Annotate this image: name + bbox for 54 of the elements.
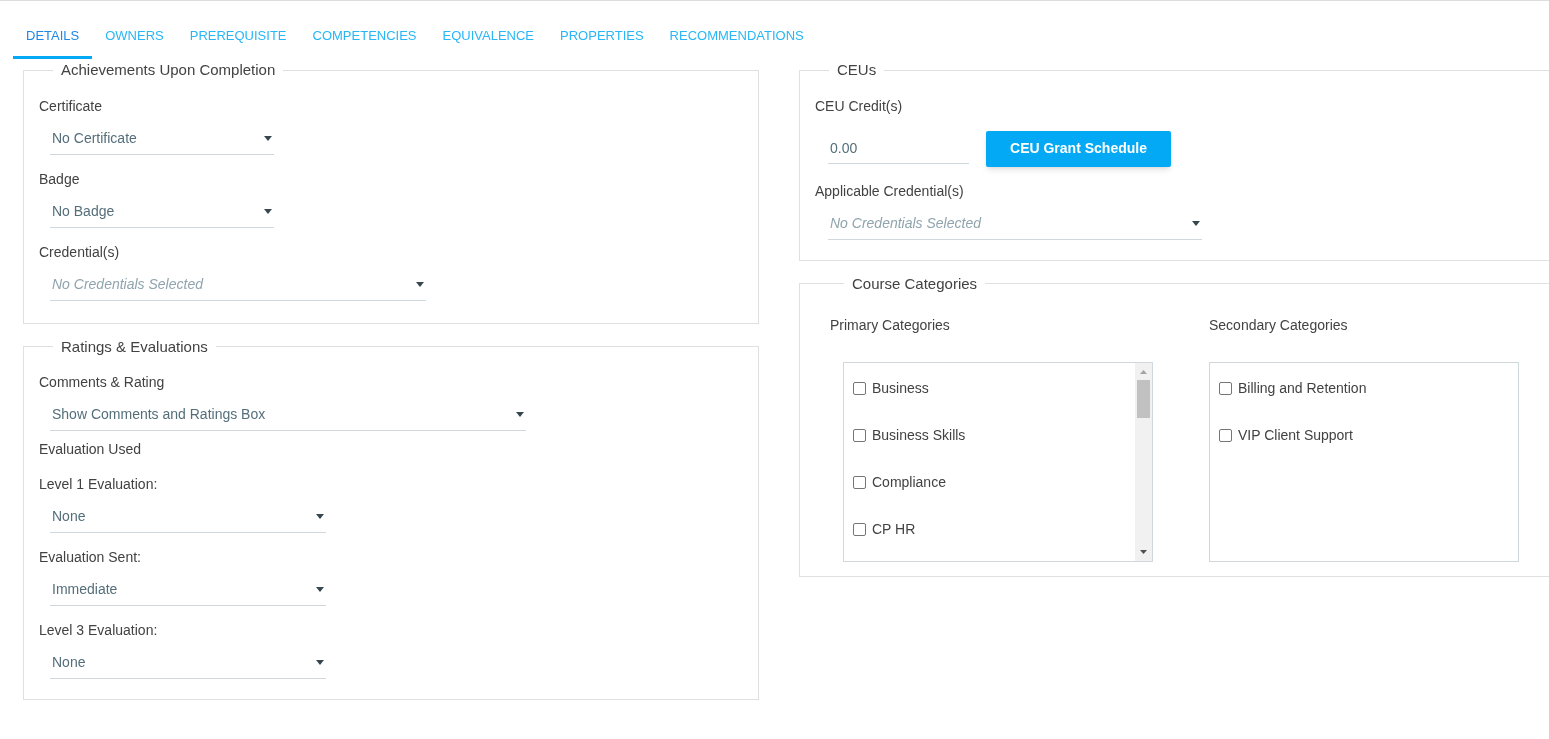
checkbox-label: Billing and Retention	[1238, 379, 1367, 398]
field-label: Credential(s)	[39, 242, 121, 262]
tab[interactable]: OWNERS	[92, 15, 177, 59]
caret-icon	[264, 208, 272, 214]
field-label: Comments & Rating	[39, 373, 166, 392]
field-label: Badge	[39, 169, 81, 189]
caret-icon	[316, 587, 324, 592]
section-title: Achievements Upon Completion	[60, 60, 277, 80]
tab[interactable]: COMPETENCIES	[299, 15, 430, 59]
caret-icon	[264, 135, 272, 141]
section-title: Ratings & Evaluations	[60, 336, 209, 357]
tab[interactable]: EQUIVALENCE	[429, 15, 548, 59]
field-label: Applicable Credential(s)	[815, 181, 965, 201]
list-label: Primary Categories	[830, 316, 951, 335]
tab[interactable]: PROPERTIES	[547, 15, 657, 59]
dropdown[interactable]: No Certificate	[50, 122, 274, 155]
field-label: Level 1 Evaluation:	[39, 475, 159, 494]
checkbox[interactable]	[1219, 429, 1232, 442]
caret-icon	[316, 660, 324, 665]
tab[interactable]: RECOMMENDATIONS	[656, 15, 817, 59]
section-title: CEUs	[836, 60, 878, 80]
field-label: Level 3 Evaluation:	[39, 621, 159, 640]
checkbox-label: Business Skills	[872, 426, 966, 445]
field-label: Certificate	[39, 96, 104, 116]
caret-icon	[316, 514, 324, 519]
field-label: Evaluation Sent:	[39, 548, 142, 567]
checkbox[interactable]	[853, 523, 866, 536]
checkbox[interactable]	[853, 382, 866, 395]
grant-schedule-button[interactable]: CEU Grant Schedule	[986, 130, 1171, 167]
caret-icon	[416, 281, 424, 287]
dropdown[interactable]: Immediate	[50, 574, 326, 606]
checkbox[interactable]	[853, 429, 866, 442]
dropdown[interactable]: No Credentials Selected	[50, 268, 426, 301]
dropdown[interactable]: None	[50, 501, 326, 533]
tab[interactable]: DETAILS	[13, 15, 93, 59]
dropdown[interactable]: No Credentials Selected	[828, 207, 1202, 240]
field-label: Evaluation Used	[39, 440, 142, 459]
caret-icon	[516, 412, 524, 417]
checkbox-label: Compliance	[872, 473, 946, 492]
section-title: Course Categories	[851, 273, 979, 294]
checkbox[interactable]	[853, 476, 866, 489]
checkbox-label: Business	[872, 379, 929, 398]
field-label: CEU Credit(s)	[815, 96, 904, 116]
tab[interactable]: PREREQUISITE	[176, 15, 300, 59]
scrollbar-drawing[interactable]	[1135, 363, 1152, 561]
dropdown[interactable]: Show Comments and Ratings Box	[50, 399, 526, 431]
checkbox-label: VIP Client Support	[1238, 426, 1353, 445]
checkbox-label: CP HR	[872, 520, 916, 539]
credit-input[interactable]: 0.00	[828, 133, 969, 164]
dropdown[interactable]: No Badge	[50, 195, 274, 228]
checkbox[interactable]	[1219, 382, 1232, 395]
list-label: Secondary Categories	[1209, 316, 1349, 335]
caret-icon	[1192, 220, 1200, 226]
dropdown[interactable]: None	[50, 647, 326, 679]
